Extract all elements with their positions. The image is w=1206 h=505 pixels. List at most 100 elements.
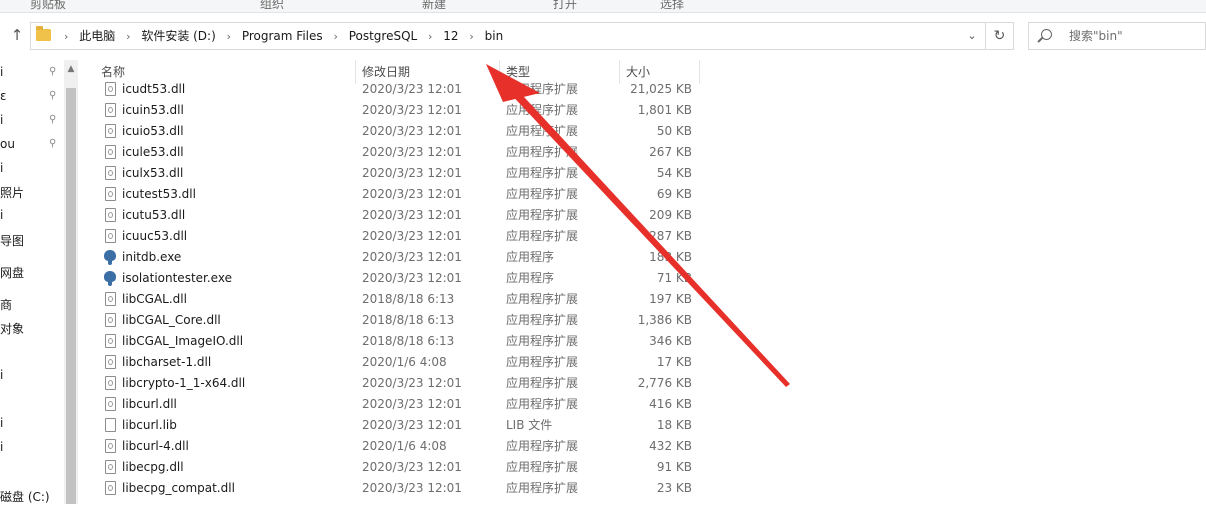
chevron-right-icon[interactable]: › <box>469 30 473 43</box>
chevron-down-icon[interactable]: ⌄ <box>959 23 985 49</box>
folder-icon <box>36 26 51 41</box>
dll-file-icon <box>105 439 116 453</box>
crumb-postgresql[interactable]: PostgreSQL <box>349 23 418 49</box>
nav-item[interactable]: ou <box>0 137 15 151</box>
generic-file-icon <box>105 418 116 432</box>
file-row[interactable]: libCGAL_ImageIO.dll 2018/8/18 6:13 应用程序扩展 3… <box>90 331 790 352</box>
nav-item[interactable]: i <box>0 208 3 222</box>
file-name: libCGAL_ImageIO.dll <box>122 334 244 348</box>
file-date: 2020/3/23 12:01 <box>362 229 462 243</box>
file-row[interactable]: icuuc53.dll 2020/3/23 12:01 应用程序扩展 287 KB <box>90 226 790 247</box>
chevron-right-icon[interactable]: › <box>64 30 68 43</box>
file-row[interactable]: icutu53.dll 2020/3/23 12:01 应用程序扩展 209 KB <box>90 205 790 226</box>
file-row[interactable]: iculx53.dll 2020/3/23 12:01 应用程序扩展 54 KB <box>90 163 790 184</box>
file-row[interactable]: libecpg_compat.dll 2020/3/23 12:01 应用程序扩展 2… <box>90 478 790 499</box>
file-date: 2020/3/23 12:01 <box>362 208 462 222</box>
nav-item[interactable]: 对象 <box>0 320 24 337</box>
file-type: 应用程序扩展 <box>506 397 579 411</box>
file-row[interactable]: initdb.exe 2020/3/23 12:01 应用程序 183 KB <box>90 247 790 268</box>
file-name: isolationtester.exe <box>122 271 232 285</box>
refresh-button[interactable]: ↻ <box>986 22 1014 50</box>
file-size: 71 KB <box>656 271 692 285</box>
postgres-elephant-icon <box>103 250 117 265</box>
nav-item[interactable]: i <box>0 368 3 382</box>
file-type: 应用程序扩展 <box>506 124 579 138</box>
nav-item[interactable]: i <box>0 113 3 127</box>
crumb-12[interactable]: 12 <box>443 23 458 49</box>
file-list: ^ 名称 修改日期 类型 大小 icudt53.dll 2020/3/23 12:… <box>90 60 1206 504</box>
crumb-this-pc[interactable]: 此电脑 <box>79 23 115 49</box>
file-size: 197 KB <box>649 292 692 306</box>
file-name: icuin53.dll <box>122 103 184 117</box>
file-name: libcurl.lib <box>122 418 177 432</box>
pin-icon[interactable]: ⚲ <box>49 67 59 77</box>
search-input[interactable]: 搜索"bin" <box>1028 22 1206 50</box>
dll-file-icon <box>105 334 116 348</box>
nav-item[interactable]: 网盘 <box>0 264 24 281</box>
file-size: 346 KB <box>649 334 692 348</box>
file-type: 应用程序扩展 <box>506 145 579 159</box>
file-row[interactable]: icuio53.dll 2020/3/23 12:01 应用程序扩展 50 KB <box>90 121 790 142</box>
ribbon-group-organize: 组织 <box>260 0 285 11</box>
dll-file-icon <box>105 355 116 369</box>
chevron-right-icon[interactable]: › <box>333 30 337 43</box>
file-row[interactable]: icuin53.dll 2020/3/23 12:01 应用程序扩展 1,801 KB <box>90 100 790 121</box>
file-row[interactable]: icutest53.dll 2020/3/23 12:01 应用程序扩展 69 KB <box>90 184 790 205</box>
file-type: 应用程序 <box>506 250 555 264</box>
file-date: 2020/3/23 12:01 <box>362 481 462 495</box>
chevron-right-icon[interactable]: › <box>428 30 432 43</box>
file-date: 2020/3/23 12:01 <box>362 145 462 159</box>
nav-item[interactable]: i <box>0 416 3 430</box>
dll-file-icon <box>105 208 116 222</box>
file-row[interactable]: libcrypto-1_1-x64.dll 2020/3/23 12:01 应用程序… <box>90 373 790 394</box>
nav-item[interactable]: i <box>0 65 3 79</box>
nav-item[interactable]: 导图 <box>0 232 24 249</box>
file-row[interactable]: icudt53.dll 2020/3/23 12:01 应用程序扩展 21,025 K… <box>90 79 790 100</box>
nav-item[interactable]: 商 <box>0 296 12 313</box>
file-size: 17 KB <box>656 355 692 369</box>
pin-icon[interactable]: ⚲ <box>49 91 59 101</box>
nav-item[interactable]: 照片 <box>0 184 24 201</box>
search-placeholder: 搜索"bin" <box>1069 29 1123 43</box>
pin-icon[interactable]: ⚲ <box>49 139 59 149</box>
file-name: libecpg.dll <box>122 460 184 474</box>
file-row[interactable]: libcurl-4.dll 2020/1/6 4:08 应用程序扩展 432 KB <box>90 436 790 457</box>
file-size: 1,386 KB <box>637 313 692 327</box>
nav-item[interactable]: i <box>0 161 3 175</box>
navigation-pane: i ɛ i ou i 照片 i 导图 网盘 商 对象 i i i 磁盘 (C:)… <box>0 60 78 504</box>
address-bar[interactable]: › 此电脑 › 软件安装 (D:) › Program Files › Post… <box>30 22 986 50</box>
pin-icon[interactable]: ⚲ <box>49 115 59 125</box>
crumb-bin[interactable]: bin <box>485 23 504 49</box>
scrollbar-thumb[interactable] <box>66 88 76 504</box>
file-row[interactable]: isolationtester.exe 2020/3/23 12:01 应用程序 71… <box>90 268 790 289</box>
file-row[interactable]: libcurl.dll 2020/3/23 12:01 应用程序扩展 416 KB <box>90 394 790 415</box>
file-row[interactable]: libcurl.lib 2020/3/23 12:01 LIB 文件 18 KB <box>90 415 790 436</box>
file-size: 2,776 KB <box>637 376 692 390</box>
file-name: icudt53.dll <box>122 82 186 96</box>
file-row[interactable]: libCGAL_Core.dll 2018/8/18 6:13 应用程序扩展 1,38… <box>90 310 790 331</box>
dll-file-icon <box>105 166 116 180</box>
file-row[interactable]: icule53.dll 2020/3/23 12:01 应用程序扩展 267 KB <box>90 142 790 163</box>
crumb-drive-d[interactable]: 软件安装 (D:) <box>141 23 215 49</box>
nav-item[interactable]: i <box>0 440 3 454</box>
nav-item-drive-c[interactable]: 磁盘 (C:) <box>0 488 50 505</box>
file-name: icuuc53.dll <box>122 229 188 243</box>
chevron-right-icon[interactable]: › <box>126 30 130 43</box>
file-name: icule53.dll <box>122 145 184 159</box>
file-date: 2020/3/23 12:01 <box>362 124 462 138</box>
nav-scrollbar[interactable]: ▲ <box>64 60 78 504</box>
file-row[interactable]: libcharset-1.dll 2020/1/6 4:08 应用程序扩展 17 KB <box>90 352 790 373</box>
scroll-up-icon[interactable]: ▲ <box>64 62 78 76</box>
file-row[interactable]: libCGAL.dll 2018/8/18 6:13 应用程序扩展 197 KB <box>90 289 790 310</box>
ribbon-group-clipboard: 剪贴板 <box>30 0 67 11</box>
crumb-program-files[interactable]: Program Files <box>242 23 323 49</box>
file-date: 2020/3/23 12:01 <box>362 376 462 390</box>
ribbon-group-new: 新建 <box>422 0 447 11</box>
nav-item[interactable]: ɛ <box>0 89 7 103</box>
chevron-right-icon[interactable]: › <box>227 30 231 43</box>
file-date: 2018/8/18 6:13 <box>362 292 455 306</box>
file-row[interactable]: libecpg.dll 2020/3/23 12:01 应用程序扩展 91 KB <box>90 457 790 478</box>
file-date: 2020/3/23 12:01 <box>362 397 462 411</box>
file-date: 2020/3/23 12:01 <box>362 418 462 432</box>
up-arrow-icon[interactable]: ↑ <box>8 26 26 44</box>
